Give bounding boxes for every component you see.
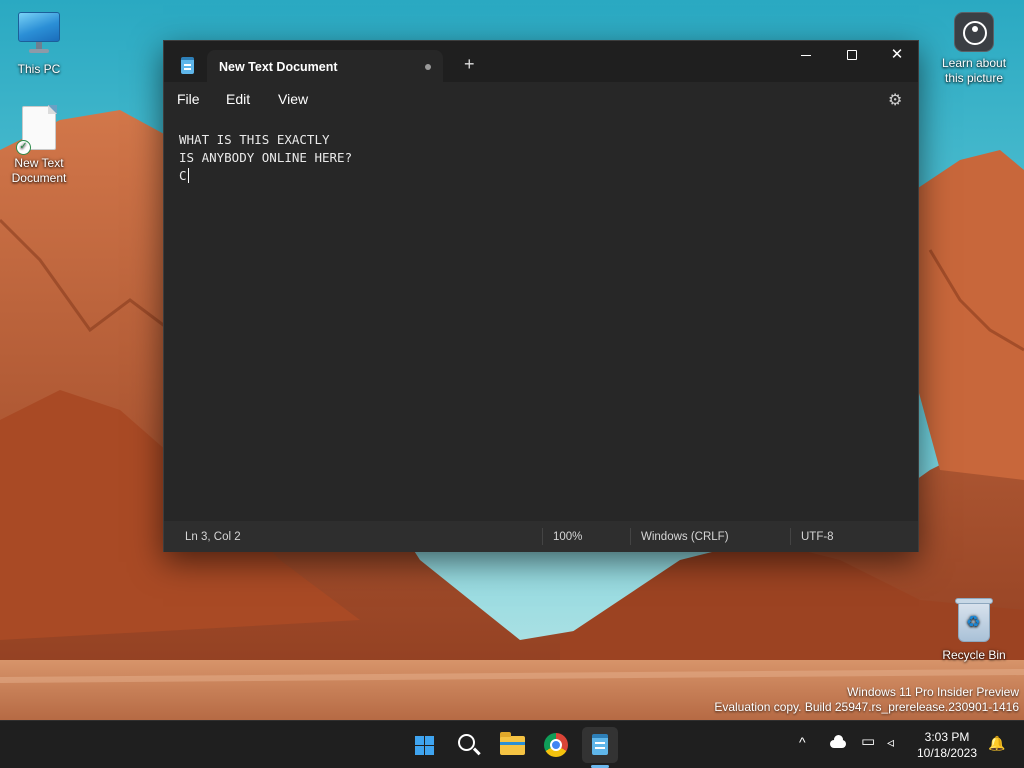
search-button[interactable] — [450, 727, 486, 763]
clock-date: 10/18/2023 — [916, 746, 978, 760]
notepad-taskbar-button[interactable] — [582, 727, 618, 763]
notification-bell-icon[interactable]: 🔔 — [988, 735, 1005, 751]
minimize-icon — [801, 54, 811, 56]
watermark-line-2: Evaluation copy. Build 25947.rs_prerelea… — [714, 700, 1019, 714]
unsaved-dot-icon[interactable] — [425, 64, 431, 70]
status-line-ending[interactable]: Windows (CRLF) — [641, 531, 729, 543]
start-button[interactable] — [406, 727, 442, 763]
maximize-button[interactable] — [829, 41, 875, 71]
start-icon — [415, 736, 434, 755]
network-icon[interactable]: ▭ — [861, 734, 875, 750]
text-caret — [187, 168, 189, 183]
desktop-icon-this-pc[interactable]: This PC — [0, 12, 78, 77]
desktop-icon-label: Learn about this picture — [941, 56, 1007, 85]
clock-time: 3:03 PM — [924, 730, 970, 744]
settings-gear-icon[interactable]: ⚙ — [888, 90, 902, 110]
system-clock[interactable]: 3:03 PM 10/18/2023 — [912, 729, 982, 761]
desktop-icon-recycle-bin[interactable]: ♻ Recycle Bin — [935, 598, 1013, 663]
editor-line-2: IS ANYBODY ONLINE HERE? — [179, 150, 353, 165]
search-icon — [458, 734, 475, 751]
show-hidden-icons-chevron-icon[interactable]: ^ — [799, 734, 806, 750]
recycle-bin-icon: ♻ — [955, 598, 993, 644]
file-explorer-icon — [500, 732, 525, 755]
tab-title: New Text Document — [219, 60, 338, 74]
editor-line-3: C — [179, 168, 187, 183]
file-explorer-button[interactable] — [494, 727, 530, 763]
editor-line-1: WHAT IS THIS EXACTLY — [179, 132, 330, 147]
menu-file[interactable]: File — [177, 91, 200, 107]
desktop-icon-learn-about-picture[interactable]: Learn about this picture — [935, 12, 1013, 86]
chrome-icon — [544, 733, 568, 757]
notepad-app-icon — [181, 57, 194, 74]
sync-check-icon: ✓ — [16, 140, 31, 155]
tab-new-text-document[interactable]: New Text Document — [207, 50, 443, 82]
title-bar[interactable]: New Text Document + ✕ — [164, 41, 918, 82]
text-editor[interactable]: WHAT IS THIS EXACTLY IS ANYBODY ONLINE H… — [164, 116, 918, 521]
desktop-icon-new-text-document[interactable]: ✓ New Text Document — [0, 105, 78, 186]
desktop-icon-label: New Text Document — [11, 156, 67, 185]
watermark-line-1: Windows 11 Pro Insider Preview — [847, 685, 1019, 699]
close-button[interactable]: ✕ — [874, 41, 920, 71]
menu-view[interactable]: View — [278, 91, 308, 107]
notepad-icon — [592, 734, 608, 755]
desktop-icon-label: This PC — [17, 62, 61, 76]
new-tab-button[interactable]: + — [464, 55, 475, 73]
status-zoom[interactable]: 100% — [553, 531, 582, 543]
menu-edit[interactable]: Edit — [226, 91, 250, 107]
camera-spotlight-icon — [954, 12, 994, 52]
notepad-window: New Text Document + ✕ File Edit View ⚙ W… — [163, 40, 919, 552]
onedrive-cloud-icon[interactable] — [830, 735, 846, 748]
minimize-button[interactable] — [783, 41, 829, 71]
maximize-icon — [847, 50, 857, 61]
status-bar: Ln 3, Col 2 100% Windows (CRLF) UTF-8 — [164, 521, 918, 552]
chrome-button[interactable] — [538, 727, 574, 763]
volume-muted-icon[interactable]: ◃ — [887, 734, 894, 750]
status-encoding[interactable]: UTF-8 — [801, 531, 834, 543]
monitor-icon — [18, 12, 60, 58]
status-cursor-position: Ln 3, Col 2 — [185, 531, 241, 543]
menu-bar: File Edit View ⚙ — [164, 82, 918, 116]
text-document-icon: ✓ — [16, 105, 57, 155]
evaluation-watermark: Windows 11 Pro Insider Preview Evaluatio… — [714, 685, 1019, 715]
desktop-icon-label: Recycle Bin — [942, 648, 1006, 662]
